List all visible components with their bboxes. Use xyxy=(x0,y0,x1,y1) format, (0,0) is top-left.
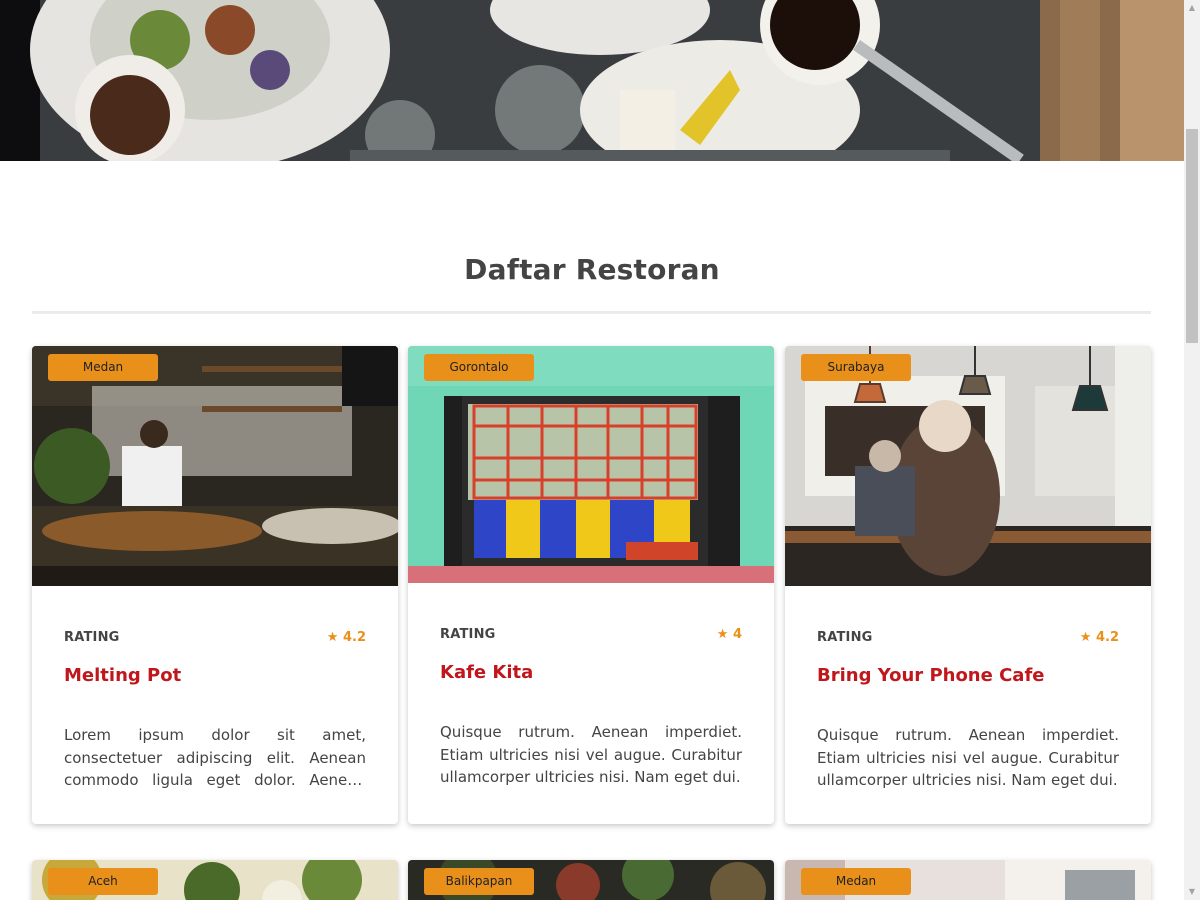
restaurant-card[interactable]: Surabaya RATING ★ 4.2 Bring Your Phone C… xyxy=(785,346,1151,824)
restaurant-card[interactable]: Medan RATING ★ 4.2 Melting Pot Lorem ips… xyxy=(32,346,398,824)
restaurant-card[interactable]: Balikpapan xyxy=(408,860,774,900)
rating-value: ★ 4 xyxy=(716,627,742,642)
restaurant-name[interactable]: Melting Pot xyxy=(64,665,366,686)
rating-label: RATING xyxy=(817,630,873,645)
section-divider xyxy=(32,311,1151,314)
restaurant-image: Medan xyxy=(32,346,398,586)
restaurant-description: Quisque rutrum. Aenean imperdiet. Etiam … xyxy=(440,723,742,786)
restaurant-card[interactable]: Gorontalo RATING ★ 4 Kafe Kita Quisque r… xyxy=(408,346,774,824)
section-title: Daftar Restoran xyxy=(464,253,720,286)
city-badge: Medan xyxy=(801,868,911,895)
restaurant-name[interactable]: Kafe Kita xyxy=(440,662,742,683)
restaurant-description: Lorem ipsum dolor sit amet, consectetuer… xyxy=(64,726,366,789)
restaurant-card[interactable]: Medan xyxy=(785,860,1151,900)
rating-label: RATING xyxy=(440,627,496,642)
city-badge: Gorontalo xyxy=(424,354,534,381)
scroll-up-icon[interactable]: ▲ xyxy=(1184,0,1200,16)
city-badge: Balikpapan xyxy=(424,868,534,895)
restaurant-image: Gorontalo xyxy=(408,346,774,583)
scroll-down-icon[interactable]: ▼ xyxy=(1184,884,1200,900)
restaurant-card[interactable]: Aceh xyxy=(32,860,398,900)
city-badge: Aceh xyxy=(48,868,158,895)
city-badge: Medan xyxy=(48,354,158,381)
restaurant-description: Quisque rutrum. Aenean imperdiet. Etiam … xyxy=(817,726,1119,789)
rating-value: ★ 4.2 xyxy=(1079,630,1119,645)
restaurant-image: Medan xyxy=(785,860,1151,900)
restaurant-image: Surabaya xyxy=(785,346,1151,586)
rating-label: RATING xyxy=(64,630,120,645)
restaurant-image: Balikpapan xyxy=(408,860,774,900)
restaurant-image: Aceh xyxy=(32,860,398,900)
scrollbar-thumb[interactable] xyxy=(1186,129,1198,343)
page-scrollbar[interactable]: ▲ ▼ xyxy=(1184,0,1200,900)
city-badge: Surabaya xyxy=(801,354,911,381)
restaurant-name[interactable]: Bring Your Phone Cafe xyxy=(817,665,1119,686)
rating-value: ★ 4.2 xyxy=(326,630,366,645)
hero-image xyxy=(0,0,1184,161)
